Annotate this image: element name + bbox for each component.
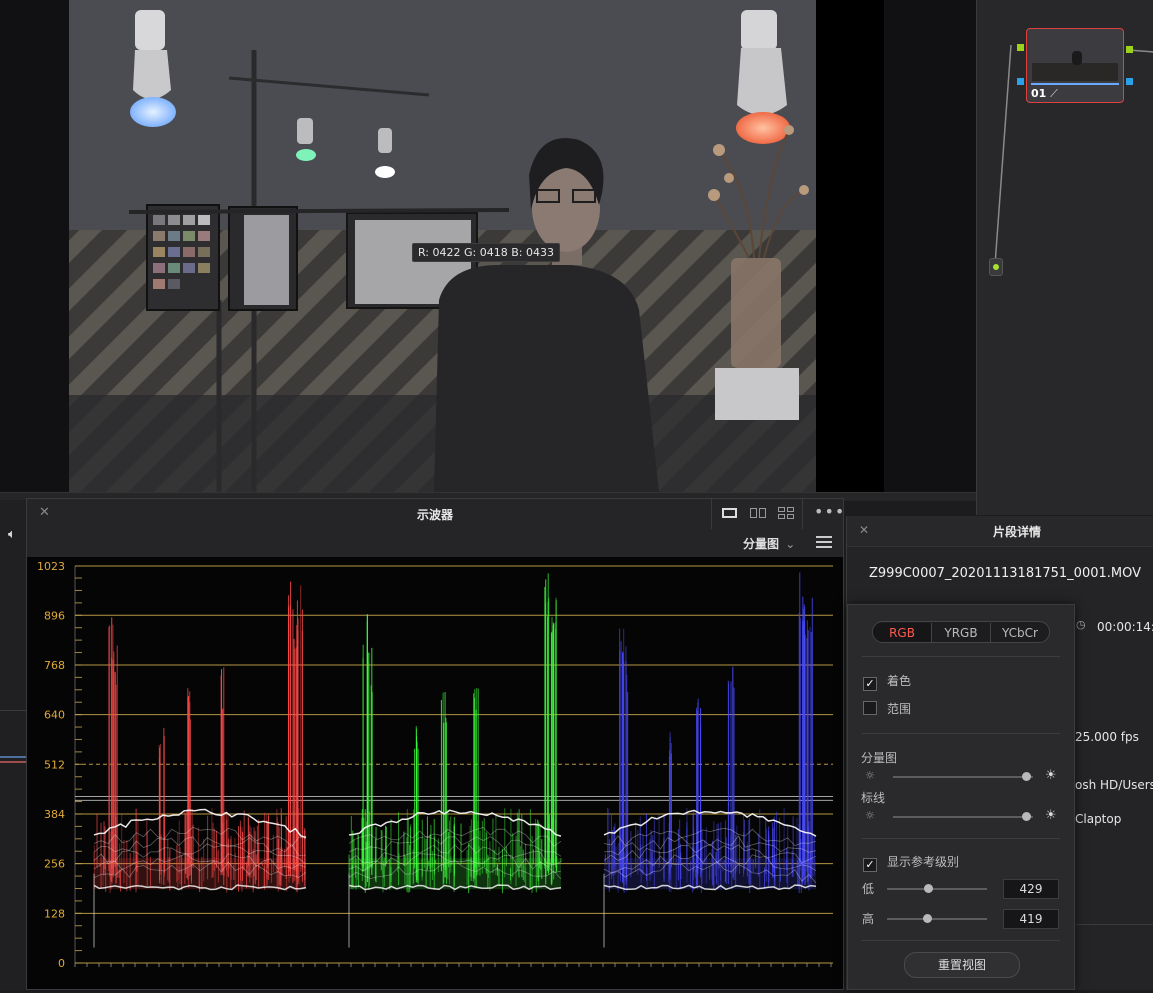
tab-rgb[interactable]: RGB (873, 623, 932, 642)
parade-brightness-track[interactable] (893, 776, 1033, 778)
scope-axis-label: 1023 (37, 560, 65, 573)
scope-axis-label: 128 (44, 907, 65, 920)
range-checkbox[interactable] (863, 700, 877, 719)
reset-view-button[interactable]: 重置视图 (904, 952, 1020, 978)
speaker-icon[interactable]: 🔈︎ (8, 527, 16, 542)
high-label: 高 (862, 912, 875, 926)
parade-brightness-slider[interactable] (1021, 772, 1031, 781)
blue-channel-trace (603, 572, 817, 948)
single-view-icon[interactable] (722, 508, 737, 518)
close-icon[interactable]: ✕ (859, 523, 869, 537)
clip-path: osh HD/Users/ (1075, 778, 1153, 792)
scope-axis-label: 384 (44, 808, 65, 821)
colorize-label: 着色 (887, 674, 912, 688)
sun-dim-icon: ☼ (865, 769, 875, 782)
node-thumbnail (1032, 33, 1118, 81)
low-level-track[interactable] (887, 888, 987, 890)
scope-axis-label: 768 (44, 659, 65, 672)
parade-brightness-label: 分量图 (861, 751, 898, 765)
chevron-down-icon: ⌄ (785, 537, 796, 551)
scope-axis-label: 896 (44, 609, 65, 622)
range-label: 范围 (887, 702, 912, 716)
high-level-slider[interactable] (923, 914, 933, 923)
scope-type-label: 分量图 (743, 537, 780, 551)
node-editor[interactable]: 01 ⟋ (976, 0, 1153, 515)
clip-details-title: 片段详情 (993, 525, 1042, 539)
scope-axis-label: 256 (44, 858, 65, 871)
clip-details-header: ✕ 片段详情 (847, 516, 1153, 547)
clip-timecode: 00:00:14:0 (1097, 620, 1153, 634)
pixel-readout-tooltip: R: 0422 G: 0418 B: 0433 (412, 243, 560, 262)
show-reference-label: 显示参考级别 (887, 855, 960, 869)
tab-ycbcr[interactable]: YCbCr (991, 623, 1049, 642)
scope-settings-popup: RGB YRGB YCbCr ✓ 着色 范围 分量图 ☼ ☀ 标线 ☼ ☀ ✓ 显示… (847, 604, 1075, 990)
clip-filename: Z999C0007_20201113181751_0001.MOV (869, 566, 1142, 581)
node-output-alpha-icon[interactable] (1126, 78, 1133, 85)
scope-type-dropdown[interactable]: 分量图 ⌄ (743, 535, 795, 552)
scopes-panel: ✕ 示波器 ••• 分量图 ⌄ 1023 896 768 640 512 384 256 12… (26, 498, 844, 990)
checkmark-icon: ✓ (863, 677, 877, 691)
corrector-node-01[interactable]: 01 ⟋ (1026, 28, 1124, 103)
parade-graph: 1023 896 768 640 512 384 256 128 0 (37, 560, 833, 970)
left-timeline-strip: 🔈︎ (0, 500, 26, 990)
scope-axis-label: 512 (44, 758, 65, 771)
low-level-slider[interactable] (924, 884, 934, 893)
graticule-brightness-slider[interactable] (1021, 812, 1031, 821)
color-space-segmented-control: RGB YRGB YCbCr (872, 621, 1050, 643)
checkmark-icon: ✓ (863, 858, 877, 872)
curves-icon: ⟋ (1050, 87, 1058, 100)
more-options-icon[interactable]: ••• (814, 502, 845, 521)
scopes-header: ✕ 示波器 ••• (27, 499, 845, 530)
clip-framerate: 25.000 fps (1075, 730, 1139, 744)
high-level-input[interactable]: 419 (1003, 909, 1059, 929)
node-input-rgb-icon[interactable] (1017, 44, 1024, 51)
video-frame[interactable]: R: 0422 G: 0418 B: 0433 (69, 0, 816, 492)
low-label: 低 (862, 882, 875, 896)
high-level-track[interactable] (887, 918, 987, 920)
clock-icon: ◷ (1076, 618, 1086, 631)
input-dot-icon (993, 264, 999, 270)
scope-settings-icon[interactable] (816, 535, 832, 549)
green-channel-trace (348, 573, 562, 948)
quad-view-icon[interactable] (778, 507, 794, 519)
dual-view-icon[interactable] (750, 508, 766, 518)
sun-dim-icon: ☼ (865, 809, 875, 822)
graticule-brightness-track[interactable] (893, 816, 1033, 818)
colorize-checkbox[interactable]: ✓ (863, 672, 877, 691)
clip-device: Claptop (1075, 812, 1122, 826)
sun-bright-icon: ☀ (1045, 808, 1057, 823)
sun-bright-icon: ☀ (1045, 768, 1057, 783)
viewer-side-letterbox (816, 0, 884, 492)
scope-axis-label: 640 (44, 709, 65, 722)
scopes-title: 示波器 (416, 508, 453, 522)
show-reference-checkbox[interactable]: ✓ (863, 853, 877, 872)
low-level-input[interactable]: 429 (1003, 879, 1059, 899)
tab-yrgb[interactable]: YRGB (932, 623, 991, 642)
scope-axis-label: 0 (58, 957, 65, 970)
node-output-rgb-icon[interactable] (1126, 46, 1133, 53)
node-number-label: 01 (1031, 87, 1047, 100)
node-input-alpha-icon[interactable] (1017, 78, 1024, 85)
graticule-label: 标线 (861, 791, 886, 805)
source-input-node[interactable] (989, 258, 1003, 276)
scopes-toolbar: 分量图 ⌄ (27, 529, 843, 557)
rgb-parade-scope[interactable]: 1023 896 768 640 512 384 256 128 0 (27, 557, 843, 989)
